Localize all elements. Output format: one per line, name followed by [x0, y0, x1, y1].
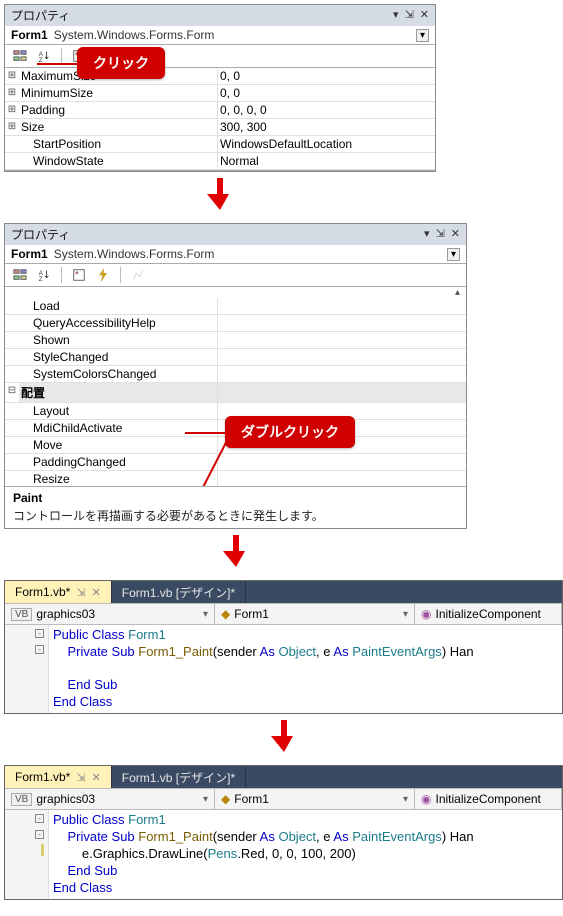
expand-icon[interactable]: ⊞: [5, 102, 19, 118]
tab-design[interactable]: Form1.vb [デザイン]*: [112, 766, 246, 788]
object-selector[interactable]: Form1 System.Windows.Forms.Form ▾: [5, 26, 435, 45]
expand-icon[interactable]: ⊞: [5, 68, 19, 84]
member-combo[interactable]: ◉InitializeComponent: [415, 788, 562, 810]
description-text: コントロールを再描画する必要があるときに発生します。: [13, 507, 458, 524]
object-selector[interactable]: Form1 System.Windows.Forms.Form ▾: [5, 245, 466, 264]
navigation-bar: VBgraphics03▾ ◆Form1▾ ◉InitializeCompone…: [5, 788, 562, 810]
properties-button[interactable]: [68, 266, 90, 284]
panel-title: プロパティ: [11, 226, 424, 243]
property-grid[interactable]: ⊞MaximumSize0, 0 ⊞MinimumSize0, 0 ⊞Paddi…: [5, 68, 435, 171]
code-editor-2: Form1.vb*⇲✕ Form1.vb [デザイン]* VBgraphics0…: [4, 765, 563, 900]
collapse-icon[interactable]: -: [35, 814, 44, 823]
navigation-bar: VBgraphics03▾ ◆Form1▾ ◉InitializeCompone…: [5, 603, 562, 625]
panel-title: プロパティ: [11, 7, 393, 24]
tab-code[interactable]: Form1.vb*⇲✕: [5, 766, 112, 788]
events-button[interactable]: [92, 266, 114, 284]
panel-header: プロパティ ▾ ⇲ ✕: [5, 224, 466, 245]
categorized-button[interactable]: [9, 266, 31, 284]
panel-window-controls: ▾ ⇲ ✕: [393, 10, 429, 21]
collapse-icon[interactable]: -: [35, 629, 44, 638]
tab-code[interactable]: Form1.vb*⇲✕: [5, 581, 112, 603]
code-gutter: - -: [5, 810, 49, 899]
object-type: System.Windows.Forms.Form: [54, 247, 447, 261]
expand-icon[interactable]: ⊞: [5, 119, 19, 135]
class-combo[interactable]: ◆Form1▾: [215, 603, 415, 625]
chevron-down-icon[interactable]: ▾: [416, 29, 429, 42]
chevron-down-icon[interactable]: ▾: [403, 794, 408, 805]
collapse-icon[interactable]: -: [35, 830, 44, 839]
code-editor-1: Form1.vb*⇲✕ Form1.vb [デザイン]* VBgraphics0…: [4, 580, 563, 714]
pin-icon[interactable]: ⇲: [76, 771, 85, 784]
close-icon[interactable]: ✕: [92, 771, 101, 784]
chevron-down-icon[interactable]: ▾: [447, 248, 460, 261]
pin-icon[interactable]: ⇲: [436, 229, 445, 240]
property-pages-button: [127, 266, 149, 284]
categorized-button[interactable]: [9, 47, 31, 65]
toolbar-divider: [120, 267, 121, 283]
class-combo[interactable]: ◆Form1▾: [215, 788, 415, 810]
dropdown-icon[interactable]: ▾: [424, 229, 430, 240]
method-icon: ◉: [421, 607, 431, 621]
collapse-icon[interactable]: ⊟: [5, 383, 19, 402]
class-icon: ◆: [221, 792, 230, 806]
scroll-up-icon[interactable]: ▴: [5, 287, 466, 298]
pin-icon[interactable]: ⇲: [76, 586, 85, 599]
expand-icon[interactable]: ⊞: [5, 85, 19, 101]
arrow-down-icon: [4, 535, 467, 570]
events-grid[interactable]: ▴ Load QueryAccessibilityHelp Shown Styl…: [5, 287, 466, 487]
properties-panel-1: プロパティ ▾ ⇲ ✕ Form1 System.Windows.Forms.F…: [4, 4, 436, 172]
pin-icon[interactable]: ⇲: [405, 10, 414, 21]
code-text[interactable]: Public Class Form1 Private Sub Form1_Pai…: [49, 625, 562, 713]
description-pane: Paint コントロールを再描画する必要があるときに発生します。: [5, 487, 466, 528]
project-combo[interactable]: VBgraphics03▾: [5, 603, 215, 625]
vb-icon: VB: [11, 608, 32, 621]
callout-click: クリック: [77, 47, 165, 79]
document-tabs: Form1.vb*⇲✕ Form1.vb [デザイン]*: [5, 766, 562, 788]
arrow-down-icon: [4, 178, 436, 213]
properties-toolbar: AZ クリック: [5, 45, 435, 68]
close-icon[interactable]: ✕: [451, 229, 460, 240]
callout-doubleclick: ダブルクリック: [225, 416, 355, 448]
dropdown-icon[interactable]: ▾: [393, 10, 399, 21]
svg-text:Z: Z: [39, 276, 43, 282]
collapse-icon[interactable]: -: [35, 645, 44, 654]
close-icon[interactable]: ✕: [92, 586, 101, 599]
panel-window-controls: ▾ ⇲ ✕: [424, 229, 460, 240]
close-icon[interactable]: ✕: [420, 10, 429, 21]
alphabetical-button[interactable]: AZ: [33, 266, 55, 284]
object-name: Form1: [11, 247, 48, 261]
object-type: System.Windows.Forms.Form: [54, 28, 416, 42]
class-icon: ◆: [221, 607, 230, 621]
properties-panel-2: プロパティ ▾ ⇲ ✕ Form1 System.Windows.Forms.F…: [4, 223, 467, 529]
change-marker: [41, 844, 44, 856]
object-name: Form1: [11, 28, 48, 42]
toolbar-divider: [61, 267, 62, 283]
description-name: Paint: [13, 491, 458, 505]
document-tabs: Form1.vb*⇲✕ Form1.vb [デザイン]*: [5, 581, 562, 603]
tab-design[interactable]: Form1.vb [デザイン]*: [112, 581, 246, 603]
properties-toolbar: AZ: [5, 264, 466, 287]
chevron-down-icon[interactable]: ▾: [203, 794, 208, 805]
panel-header: プロパティ ▾ ⇲ ✕: [5, 5, 435, 26]
code-gutter: - -: [5, 625, 49, 713]
chevron-down-icon[interactable]: ▾: [203, 609, 208, 620]
project-combo[interactable]: VBgraphics03▾: [5, 788, 215, 810]
member-combo[interactable]: ◉InitializeComponent: [415, 603, 562, 625]
method-icon: ◉: [421, 792, 431, 806]
code-text[interactable]: Public Class Form1 Private Sub Form1_Pai…: [49, 810, 562, 899]
toolbar-divider: [61, 48, 62, 64]
code-area[interactable]: - - Public Class Form1 Private Sub Form1…: [5, 625, 562, 713]
chevron-down-icon[interactable]: ▾: [403, 609, 408, 620]
arrow-down-icon: [4, 720, 563, 755]
vb-icon: VB: [11, 793, 32, 806]
code-area[interactable]: - - Public Class Form1 Private Sub Form1…: [5, 810, 562, 899]
